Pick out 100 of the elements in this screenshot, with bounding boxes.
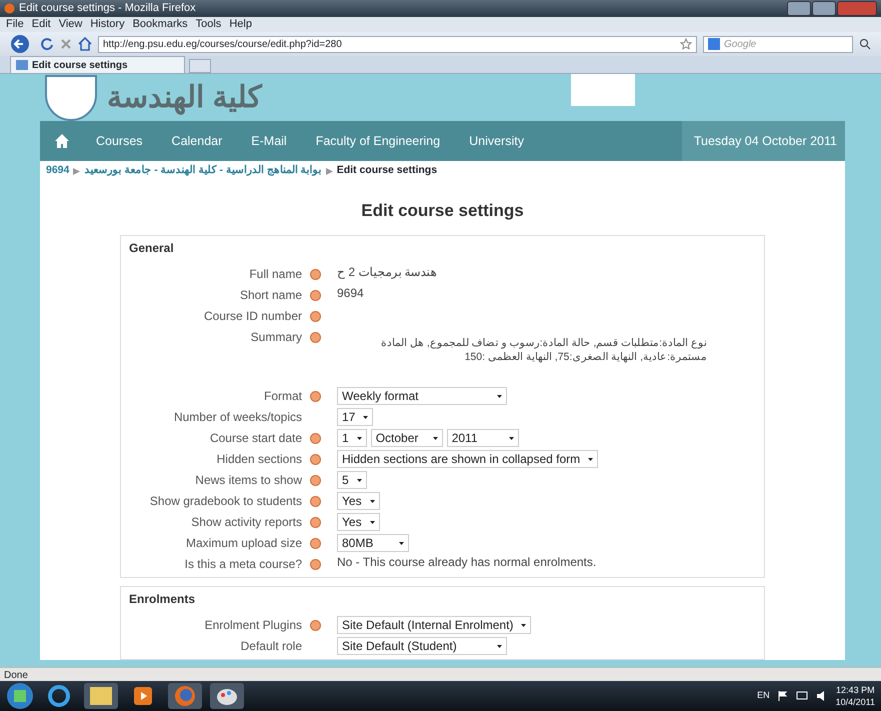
minimize-button[interactable] — [787, 1, 811, 16]
page-title: Edit course settings — [360, 201, 525, 221]
field-value: نوع المادة:متطلبات قسم, حالة المادة:رسوب و تضاف للمجموع, هل المادة مستمرة:عادية, النهاية الصغرى:75, النهاية العظمى :150 — [380, 336, 707, 364]
language-indicator[interactable]: EN — [757, 689, 770, 703]
caret-icon — [356, 478, 362, 482]
nav-link[interactable]: Calendar — [172, 132, 222, 150]
caret-icon — [356, 436, 362, 440]
menu-item[interactable]: Help — [229, 16, 252, 33]
clock-date[interactable]: 10/4/2011 — [836, 696, 875, 708]
field-label: News items to show — [195, 473, 302, 488]
help-icon[interactable] — [310, 391, 321, 402]
menu-item[interactable]: Tools — [196, 16, 222, 33]
dropdown[interactable]: 2011 — [446, 429, 519, 447]
nav-link[interactable]: University — [469, 132, 524, 150]
caret-icon — [432, 436, 438, 440]
nav-link[interactable]: Faculty of Engineering — [316, 132, 440, 150]
nav-link[interactable]: E-Mail — [251, 132, 287, 150]
dropdown[interactable]: Yes — [337, 492, 380, 510]
search-icon[interactable] — [859, 38, 871, 50]
field-label: Is this a meta course? — [184, 557, 302, 572]
field-value: هندسة برمجيات 2 ح — [337, 265, 437, 279]
status-text: Done — [4, 670, 28, 681]
dropdown[interactable]: Yes — [337, 513, 380, 531]
flag-icon[interactable] — [778, 691, 788, 701]
field-label: Full name — [249, 267, 302, 282]
caret-icon — [399, 542, 404, 544]
help-icon[interactable] — [310, 290, 321, 301]
help-icon[interactable] — [310, 454, 321, 465]
field-label: Show gradebook to students — [150, 494, 302, 509]
menu-item[interactable]: Edit — [32, 16, 51, 33]
folder-taskbar-icon[interactable] — [84, 683, 118, 709]
field-label: Number of weeks/topics — [174, 410, 302, 425]
dropdown[interactable]: Site Default (Internal Enrolment) — [337, 616, 532, 634]
window-title: Edit course settings - Mozilla Firefox — [19, 1, 196, 16]
dropdown[interactable]: Site Default (Student) — [337, 637, 507, 655]
logo-emblem — [45, 74, 97, 120]
paint-taskbar-icon[interactable] — [210, 683, 244, 709]
home-icon[interactable] — [54, 133, 70, 149]
help-icon[interactable] — [310, 517, 321, 528]
field-label: Course start date — [210, 431, 302, 446]
help-icon[interactable] — [310, 475, 321, 486]
reload-icon[interactable] — [40, 37, 54, 51]
field-label: Course ID number — [204, 309, 302, 324]
help-icon[interactable] — [310, 269, 321, 280]
menu-item[interactable]: Bookmarks — [132, 16, 188, 33]
dropdown[interactable]: Weekly format — [337, 387, 507, 405]
help-icon[interactable] — [310, 332, 321, 343]
menu-item[interactable]: History — [90, 16, 125, 33]
help-icon[interactable] — [310, 433, 321, 444]
menu-item[interactable]: File — [6, 16, 24, 33]
maximize-button[interactable] — [812, 1, 836, 16]
home-icon[interactable] — [78, 37, 92, 51]
field-label: Hidden sections — [216, 452, 302, 467]
start-icon[interactable] — [6, 682, 34, 710]
separator-icon — [73, 168, 80, 174]
help-icon[interactable] — [310, 311, 321, 322]
field-value: 9694 — [337, 286, 364, 300]
browser-tab[interactable]: Edit course settings — [10, 56, 185, 73]
dropdown[interactable]: Hidden sections are shown in collapsed form — [337, 450, 598, 468]
stop-icon[interactable] — [60, 38, 72, 50]
help-icon[interactable] — [310, 620, 321, 631]
help-icon[interactable] — [310, 496, 321, 507]
dropdown[interactable]: 5 — [337, 471, 367, 489]
help-icon[interactable] — [310, 538, 321, 549]
breadcrumb-link[interactable]: بوابة المناهج الدراسية - كلية الهندسة - جامعة بورسعيد — [84, 163, 322, 179]
field-label: Summary — [250, 330, 302, 345]
new-tab-button[interactable] — [189, 59, 211, 73]
field-label: Maximum upload size — [186, 536, 302, 551]
caret-icon — [363, 416, 368, 418]
dropdown[interactable]: October — [370, 429, 443, 447]
field-value: No - This course already has normal enrolments. — [337, 555, 596, 569]
dropdown[interactable]: 80MB — [337, 534, 409, 552]
close-button[interactable] — [837, 1, 877, 16]
logo-text: كلية الهندسة — [107, 80, 262, 117]
dropdown[interactable]: 17 — [337, 408, 374, 426]
dropdown[interactable]: 1 — [337, 429, 367, 447]
clock-time[interactable]: 12:43 PM — [836, 684, 875, 696]
separator-icon — [326, 168, 333, 174]
address-bar[interactable]: http://eng.psu.edu.eg/courses/course/edit.php?id=280 — [98, 36, 697, 52]
caret-icon — [497, 644, 502, 648]
caret-icon — [521, 624, 526, 626]
caret-icon — [370, 520, 375, 524]
field-label: Show activity reports — [191, 515, 302, 530]
date-text: Tuesday 04 October 2011 — [682, 121, 845, 161]
breadcrumb-link[interactable]: 9694 — [46, 163, 70, 179]
field-label: Short name — [240, 288, 302, 303]
help-icon[interactable] — [310, 559, 321, 570]
caret-icon — [588, 458, 594, 460]
nav-link[interactable]: Courses — [96, 132, 143, 150]
caret-icon — [370, 500, 375, 502]
avatar-placeholder — [571, 74, 635, 106]
caret-icon — [508, 436, 514, 440]
field-label: Default role — [240, 639, 302, 654]
page-icon — [16, 60, 28, 70]
field-label: Format — [264, 389, 302, 404]
menu-item[interactable]: View — [58, 16, 82, 33]
star-icon[interactable] — [680, 38, 692, 50]
caret-icon — [497, 394, 502, 398]
breadcrumb-current: Edit course settings — [336, 163, 438, 178]
network-icon[interactable] — [796, 691, 808, 701]
